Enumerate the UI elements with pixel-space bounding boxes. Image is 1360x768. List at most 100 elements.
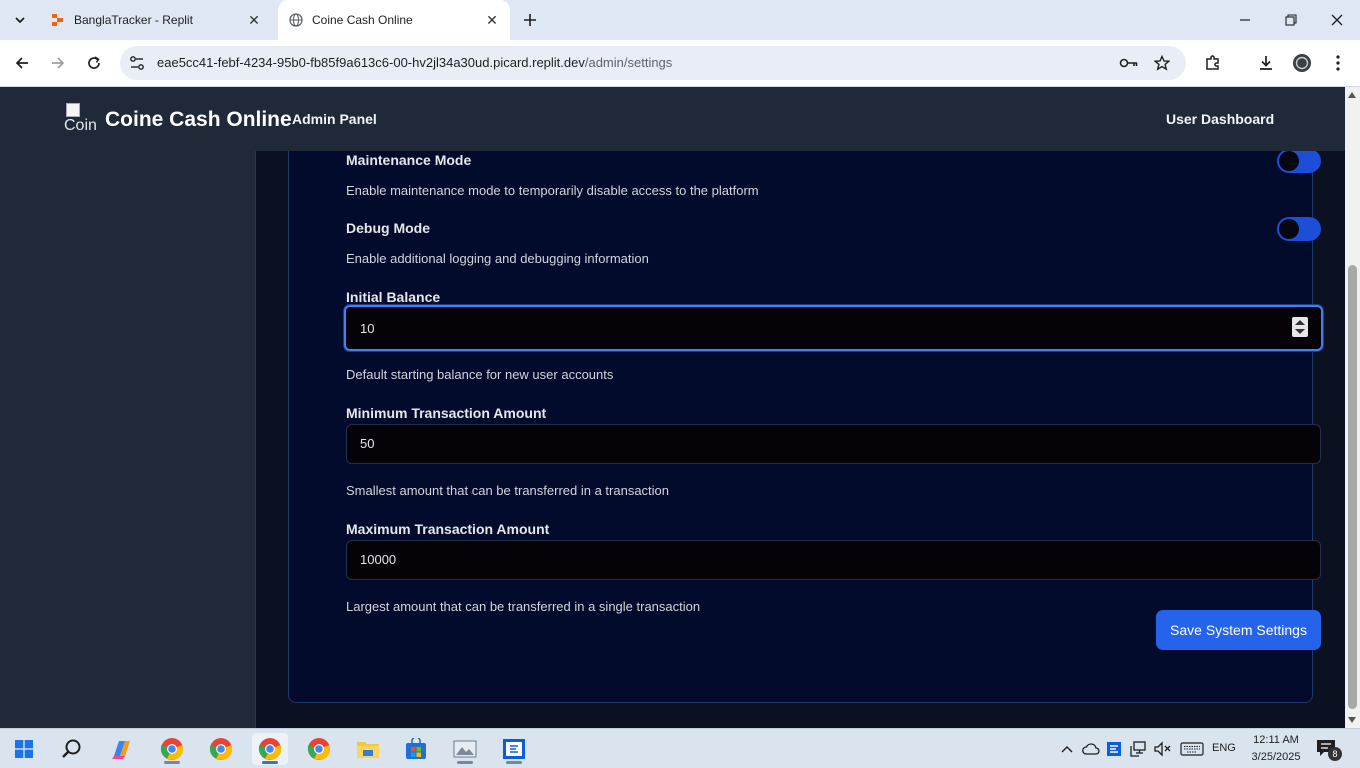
logo-alt-text: Coin: [64, 117, 97, 134]
reload-icon: [88, 56, 100, 69]
initial-balance-value: 10: [360, 321, 375, 336]
minimize-button[interactable]: [1222, 0, 1268, 40]
replit-icon: [50, 12, 66, 28]
back-button[interactable]: [7, 48, 37, 78]
url-text[interactable]: eae5cc41-febf-4234-95b0-fb85f9a613c6-00-…: [157, 55, 672, 70]
windows-taskbar: ENG 12:11 AM 3/25/2025 8: [0, 728, 1360, 768]
running-indicator: [506, 761, 522, 764]
spinner-up-icon[interactable]: [1295, 320, 1305, 325]
puzzle-icon: [1206, 55, 1219, 70]
notification-center-button[interactable]: 8: [1316, 739, 1342, 761]
page-scrollbar[interactable]: [1345, 87, 1360, 728]
debug-mode-desc: Enable additional logging and debugging …: [346, 251, 649, 266]
running-indicator: [457, 761, 473, 764]
close-tab-icon[interactable]: ✕: [244, 10, 264, 30]
close-icon: [1331, 14, 1343, 26]
system-clock[interactable]: 12:11 AM 3/25/2025: [1248, 732, 1304, 766]
remote-app-tray-icon[interactable]: [1105, 740, 1123, 758]
chrome-active-icon[interactable]: [252, 733, 288, 765]
max-transaction-value: 10000: [360, 552, 397, 567]
network-icon[interactable]: [1129, 740, 1147, 758]
browser-tab-coine-cash[interactable]: Coine Cash Online ✕: [278, 0, 510, 40]
show-hidden-icons-chevron-icon[interactable]: [1058, 740, 1076, 758]
admin-sidebar: [0, 151, 256, 728]
min-transaction-input[interactable]: 50: [346, 424, 1321, 464]
arrow-left-icon: [15, 57, 28, 69]
copilot-icon[interactable]: [104, 733, 140, 765]
maintenance-mode-toggle[interactable]: [1277, 151, 1321, 173]
notification-count-badge: 8: [1328, 747, 1342, 761]
number-spinner[interactable]: [1292, 317, 1308, 337]
onedrive-cloud-icon[interactable]: [1082, 740, 1100, 758]
nav-admin-panel[interactable]: Admin Panel: [292, 111, 377, 127]
search-icon: [62, 739, 81, 758]
save-system-settings-button[interactable]: Save System Settings: [1156, 610, 1321, 650]
input-language[interactable]: ENG: [1212, 742, 1236, 754]
address-bar[interactable]: eae5cc41-febf-4234-95b0-fb85f9a613c6-00-…: [120, 46, 1186, 80]
globe-icon: [288, 12, 304, 28]
tab-title: Coine Cash Online: [312, 13, 413, 27]
arrow-right-icon: [52, 57, 65, 69]
file-explorer-icon[interactable]: [350, 733, 386, 765]
initial-balance-desc: Default starting balance for new user ac…: [346, 367, 614, 382]
site-info-icon[interactable]: [128, 54, 146, 72]
max-transaction-input[interactable]: 10000: [346, 540, 1321, 580]
min-transaction-value: 50: [360, 436, 375, 451]
scroll-down-icon[interactable]: [1348, 717, 1356, 723]
chrome-profile-3-icon[interactable]: [301, 733, 337, 765]
profile-button[interactable]: [1287, 48, 1317, 78]
downloads-button[interactable]: [1251, 48, 1281, 78]
url-path: /admin/settings: [584, 55, 673, 70]
browser-tab-strip: BanglaTracker - Replit ✕ Coine Cash Onli…: [0, 0, 1360, 40]
tab-title: BanglaTracker - Replit: [74, 13, 193, 27]
bookmark-star-icon[interactable]: [1152, 53, 1172, 73]
close-window-button[interactable]: [1314, 0, 1360, 40]
maintenance-mode-title: Maintenance Mode: [346, 152, 472, 168]
reload-button[interactable]: [79, 48, 109, 78]
tab-search-button[interactable]: [6, 7, 34, 33]
broken-image-icon: [66, 103, 80, 117]
restore-icon: [1285, 14, 1297, 26]
scroll-up-icon[interactable]: [1348, 92, 1356, 98]
browser-tab-banglatracker[interactable]: BanglaTracker - Replit ✕: [40, 0, 272, 40]
browser-menu-button[interactable]: [1323, 48, 1353, 78]
min-transaction-desc: Smallest amount that can be transferred …: [346, 483, 670, 498]
search-button[interactable]: [54, 733, 90, 765]
system-settings-card: Maintenance Mode Enable maintenance mode…: [288, 151, 1323, 703]
chrome-profile-1-icon[interactable]: [154, 733, 190, 765]
password-key-icon[interactable]: [1119, 53, 1139, 73]
restore-button[interactable]: [1268, 0, 1314, 40]
remote-desktop-icon[interactable]: [496, 733, 532, 765]
new-tab-button[interactable]: [518, 8, 542, 32]
scrollbar-thumb[interactable]: [1348, 265, 1357, 709]
forward-button[interactable]: [43, 48, 73, 78]
chrome-profile-2-icon[interactable]: [203, 733, 239, 765]
volume-muted-icon[interactable]: [1153, 740, 1171, 758]
brand-name[interactable]: Coine Cash Online: [105, 108, 292, 132]
nav-user-dashboard[interactable]: User Dashboard: [1166, 111, 1274, 127]
extensions-button[interactable]: [1198, 48, 1228, 78]
image-viewer-icon[interactable]: [447, 733, 483, 765]
spinner-down-icon[interactable]: [1295, 329, 1305, 334]
more-vertical-icon: [1336, 55, 1340, 71]
start-button[interactable]: [6, 733, 42, 765]
debug-mode-toggle[interactable]: [1277, 217, 1321, 241]
keyboard-icon[interactable]: [1180, 740, 1204, 758]
maintenance-mode-desc: Enable maintenance mode to temporarily d…: [346, 183, 759, 198]
clock-date: 3/25/2025: [1251, 751, 1301, 763]
brand-logo[interactable]: Coin: [64, 103, 98, 135]
close-tab-icon[interactable]: ✕: [482, 10, 502, 30]
url-host: eae5cc41-febf-4234-95b0-fb85f9a613c6-00-…: [157, 55, 585, 70]
max-transaction-desc: Largest amount that can be transferred i…: [346, 599, 701, 614]
browser-toolbar: eae5cc41-febf-4234-95b0-fb85f9a613c6-00-…: [0, 40, 1360, 87]
min-transaction-label: Minimum Transaction Amount: [346, 405, 547, 421]
initial-balance-label: Initial Balance: [346, 289, 441, 305]
initial-balance-input[interactable]: 10: [344, 305, 1323, 351]
microsoft-store-icon[interactable]: [398, 733, 434, 765]
profile-avatar-icon: [1293, 54, 1311, 72]
app-header: Coin Coine Cash Online Admin Panel User …: [0, 87, 1345, 151]
clock-time: 12:11 AM: [1253, 734, 1299, 746]
main-content: Maintenance Mode Enable maintenance mode…: [256, 151, 1345, 728]
max-transaction-label: Maximum Transaction Amount: [346, 521, 550, 537]
active-indicator: [262, 761, 278, 764]
